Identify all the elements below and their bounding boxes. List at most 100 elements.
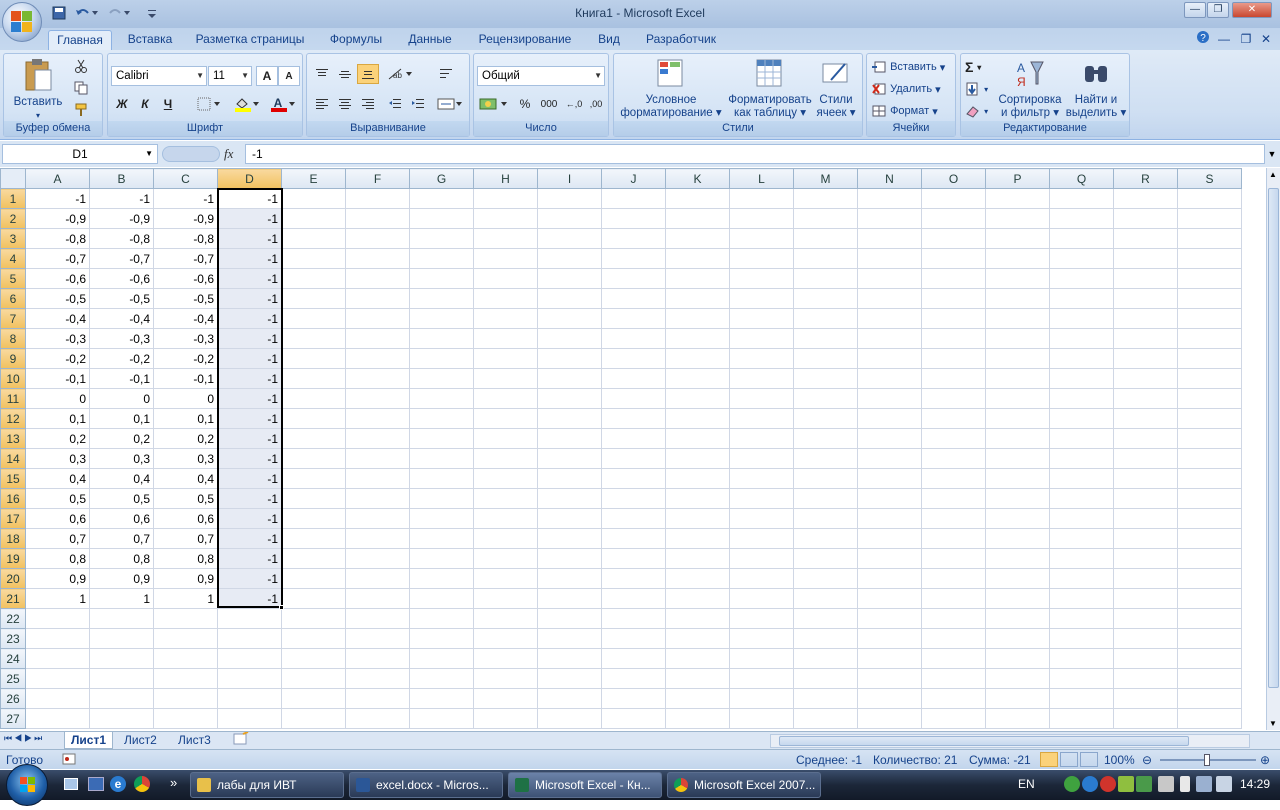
row-header[interactable]: 5 — [0, 268, 26, 289]
cell-q1[interactable] — [1049, 188, 1114, 209]
fill-handle[interactable] — [279, 605, 284, 610]
cell-q24[interactable] — [1049, 648, 1114, 669]
align-center-icon[interactable] — [334, 94, 356, 114]
cell-k23[interactable] — [665, 628, 730, 649]
cell-h18[interactable] — [473, 528, 538, 549]
maximize-button[interactable]: ❐ — [1207, 2, 1229, 18]
cell-a5[interactable]: -0,6 — [25, 268, 90, 289]
cell-c11[interactable]: 0 — [153, 388, 218, 409]
cell-l5[interactable] — [729, 268, 794, 289]
cell-a24[interactable] — [25, 648, 90, 669]
cell-o2[interactable] — [921, 208, 986, 229]
cell-r4[interactable] — [1113, 248, 1178, 269]
row-header[interactable]: 3 — [0, 228, 26, 249]
cell-q16[interactable] — [1049, 488, 1114, 509]
minimize-button[interactable]: — — [1184, 2, 1206, 18]
italic-button[interactable]: К — [134, 94, 156, 114]
cell-j20[interactable] — [601, 568, 666, 589]
cell-a3[interactable]: -0,8 — [25, 228, 90, 249]
cell-g20[interactable] — [409, 568, 474, 589]
cell-a23[interactable] — [25, 628, 90, 649]
cell-k12[interactable] — [665, 408, 730, 429]
cell-d15[interactable]: -1 — [217, 468, 282, 489]
cell-b21[interactable]: 1 — [89, 588, 154, 609]
cell-q22[interactable] — [1049, 608, 1114, 629]
cell-s21[interactable] — [1177, 588, 1242, 609]
cell-k9[interactable] — [665, 348, 730, 369]
cell-p7[interactable] — [985, 308, 1050, 329]
cell-m26[interactable] — [793, 688, 858, 709]
cell-e24[interactable] — [281, 648, 346, 669]
cell-s13[interactable] — [1177, 428, 1242, 449]
cell-k20[interactable] — [665, 568, 730, 589]
taskbar-item-excel[interactable]: Microsoft Excel - Кн... — [508, 772, 662, 798]
cell-o18[interactable] — [921, 528, 986, 549]
cell-e12[interactable] — [281, 408, 346, 429]
column-header-p[interactable]: P — [985, 168, 1050, 189]
cell-m1[interactable] — [793, 188, 858, 209]
cell-j27[interactable] — [601, 708, 666, 729]
ribbon-restore-icon[interactable]: ❐ — [1238, 30, 1254, 50]
cell-g23[interactable] — [409, 628, 474, 649]
macro-record-icon[interactable] — [62, 753, 76, 768]
cell-a8[interactable]: -0,3 — [25, 328, 90, 349]
cell-styles-button[interactable]: Стили ячеек ▾ — [812, 58, 860, 120]
cell-d6[interactable]: -1 — [217, 288, 282, 309]
cell-d11[interactable]: -1 — [217, 388, 282, 409]
row-header[interactable]: 25 — [0, 668, 26, 689]
cell-n12[interactable] — [857, 408, 922, 429]
cell-h22[interactable] — [473, 608, 538, 629]
cell-p3[interactable] — [985, 228, 1050, 249]
paste-button[interactable]: Вставить ▾ — [8, 58, 68, 122]
cell-s20[interactable] — [1177, 568, 1242, 589]
cell-l27[interactable] — [729, 708, 794, 729]
cell-k3[interactable] — [665, 228, 730, 249]
cell-k24[interactable] — [665, 648, 730, 669]
cell-s9[interactable] — [1177, 348, 1242, 369]
cell-g16[interactable] — [409, 488, 474, 509]
column-header-g[interactable]: G — [409, 168, 474, 189]
cell-h9[interactable] — [473, 348, 538, 369]
cell-r23[interactable] — [1113, 628, 1178, 649]
cell-b12[interactable]: 0,1 — [89, 408, 154, 429]
language-indicator[interactable]: EN — [1018, 777, 1035, 791]
cell-p21[interactable] — [985, 588, 1050, 609]
cell-a21[interactable]: 1 — [25, 588, 90, 609]
cell-m10[interactable] — [793, 368, 858, 389]
cell-e11[interactable] — [281, 388, 346, 409]
column-header-d[interactable]: D — [217, 168, 282, 189]
cell-o8[interactable] — [921, 328, 986, 349]
cell-a9[interactable]: -0,2 — [25, 348, 90, 369]
cell-i16[interactable] — [537, 488, 602, 509]
cell-s25[interactable] — [1177, 668, 1242, 689]
cell-m23[interactable] — [793, 628, 858, 649]
cell-c3[interactable]: -0,8 — [153, 228, 218, 249]
cell-q11[interactable] — [1049, 388, 1114, 409]
cell-q10[interactable] — [1049, 368, 1114, 389]
cell-e6[interactable] — [281, 288, 346, 309]
tab-data[interactable]: Данные — [400, 30, 460, 50]
cell-b16[interactable]: 0,5 — [89, 488, 154, 509]
cell-l1[interactable] — [729, 188, 794, 209]
cell-k17[interactable] — [665, 508, 730, 529]
chrome-icon[interactable] — [134, 776, 150, 792]
cell-i6[interactable] — [537, 288, 602, 309]
cell-i12[interactable] — [537, 408, 602, 429]
row-header[interactable]: 6 — [0, 288, 26, 309]
cell-s19[interactable] — [1177, 548, 1242, 569]
cell-s27[interactable] — [1177, 708, 1242, 729]
cell-h16[interactable] — [473, 488, 538, 509]
cell-m25[interactable] — [793, 668, 858, 689]
cell-c24[interactable] — [153, 648, 218, 669]
cell-k22[interactable] — [665, 608, 730, 629]
cell-q21[interactable] — [1049, 588, 1114, 609]
cell-h10[interactable] — [473, 368, 538, 389]
vertical-scroll-thumb[interactable] — [1268, 188, 1279, 688]
cell-c2[interactable]: -0,9 — [153, 208, 218, 229]
cell-f22[interactable] — [345, 608, 410, 629]
cell-p17[interactable] — [985, 508, 1050, 529]
cell-j2[interactable] — [601, 208, 666, 229]
cell-r11[interactable] — [1113, 388, 1178, 409]
cell-h6[interactable] — [473, 288, 538, 309]
cell-s16[interactable] — [1177, 488, 1242, 509]
